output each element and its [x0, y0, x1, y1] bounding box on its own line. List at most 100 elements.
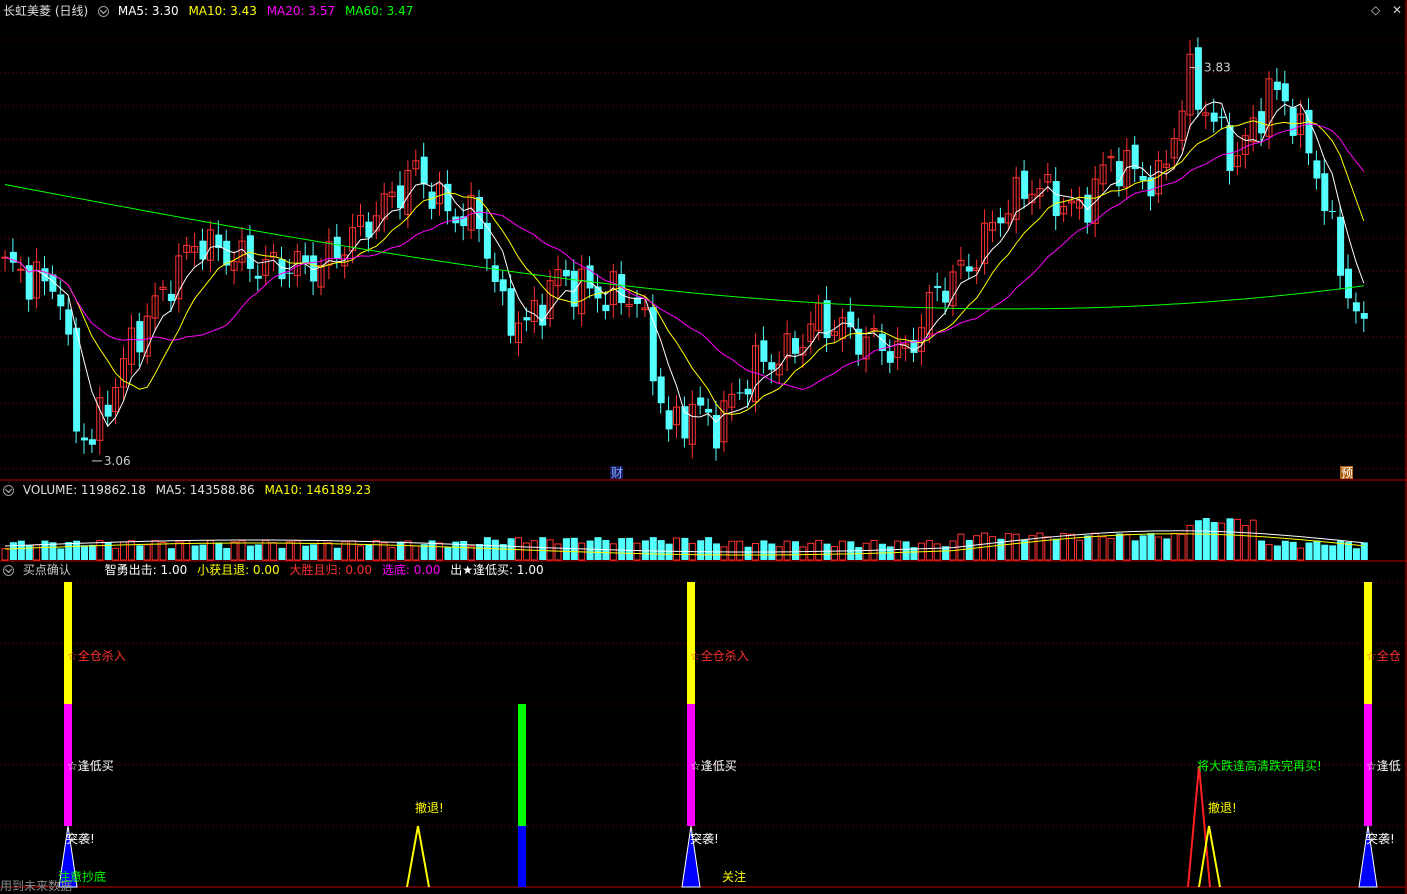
diamond-icon[interactable]: ◇: [1371, 3, 1380, 17]
volume-header: VOLUME: 119862.18 MA5: 143588.86 MA10: 1…: [3, 482, 377, 498]
candle-body: [65, 309, 73, 335]
candle-body: [665, 410, 673, 430]
volume-bar: [862, 542, 870, 561]
candle-body: [562, 269, 570, 277]
candle-body: [81, 437, 88, 441]
volume-bar: [657, 540, 665, 560]
volume-bar: [1329, 545, 1337, 560]
retreat-triangle: [406, 825, 430, 888]
candle-body: [1052, 181, 1060, 217]
volume-bar: [681, 537, 689, 560]
signal-header: 买点确认 智勇出击: 1.00 小获且退: 0.00 大胜且归: 0.00 选底…: [3, 562, 550, 578]
volume-bar: [1052, 538, 1060, 560]
volume-bar: [626, 537, 634, 560]
ma5-line: [4, 101, 1365, 428]
volume-bar: [159, 541, 167, 561]
label-quancang-a: ☆全仓杀入: [67, 648, 126, 663]
volume-bar: [1163, 538, 1171, 560]
volume-bar: [136, 545, 144, 560]
volume-bar: [1084, 535, 1092, 560]
volume-bar: [310, 544, 318, 560]
ma20-line: [4, 123, 1365, 390]
drop-triangle: [1187, 765, 1211, 888]
stock-title[interactable]: 长虹美菱 (日线): [3, 4, 88, 18]
volume-bar: [1305, 542, 1313, 560]
volume-bar: [799, 546, 807, 561]
label-tuxi-c: 突袭!: [1366, 831, 1395, 846]
signal-c-yellow: [1364, 582, 1372, 704]
close-icon[interactable]: ✕: [1392, 3, 1402, 17]
signal-blue: [518, 826, 526, 887]
candle-body: [73, 327, 81, 432]
candle-body: [88, 439, 96, 445]
volume-bar: [705, 537, 713, 560]
candle-body: [705, 408, 713, 413]
volume-bar: [815, 539, 823, 561]
candle-body: [681, 406, 689, 439]
ma60-line: [4, 184, 1364, 310]
candle-body: [792, 338, 799, 354]
volume-bar: [17, 540, 25, 560]
indicator-name[interactable]: 买点确认: [23, 563, 71, 577]
volume-bar: [1060, 533, 1068, 561]
volume-bar: [760, 540, 768, 560]
candle-body: [499, 279, 507, 292]
volume-bar: [1352, 548, 1360, 560]
volume-bar: [460, 540, 468, 560]
volume-bar: [649, 537, 657, 560]
label-chetui-b: 撤退!: [1208, 800, 1237, 815]
volume-bar: [230, 541, 238, 561]
volume-bar: [25, 545, 33, 560]
volume-bar: [720, 546, 728, 561]
volume-bar: [372, 539, 380, 561]
volume-bar: [167, 548, 175, 560]
collapse-icon[interactable]: [3, 485, 14, 496]
volume-value: VOLUME: 119862.18: [22, 483, 146, 497]
candle-body: [1321, 173, 1329, 212]
candle-body: [507, 288, 515, 336]
ma60-value: MA60: 3.47: [344, 4, 414, 18]
low-label: 3.06: [104, 454, 131, 468]
volume-bar: [1036, 532, 1044, 561]
stock-chart[interactable]: 3.833.06财 预☆全仓杀入☆逢低买突袭!注意抄底☆全仓杀入☆逢低买突袭!关注…: [0, 0, 1407, 894]
volume-bar: [989, 536, 996, 561]
candle-body: [1273, 81, 1281, 91]
volume-bar: [1321, 544, 1329, 560]
volume-bar: [388, 547, 396, 561]
signal-green: [518, 704, 526, 826]
volume-bar: [1226, 518, 1234, 560]
candle-body: [1210, 112, 1218, 122]
indicator-fengdi: 出★逢低买: 1.00: [450, 563, 544, 577]
volume-bar: [1147, 533, 1155, 560]
volume-bar: [365, 544, 373, 560]
volume-bar: [783, 540, 791, 561]
candle-body: [697, 397, 705, 406]
candle-body: [1281, 83, 1289, 102]
volume-bar: [1258, 540, 1266, 560]
volume-bar: [1178, 533, 1186, 561]
candle-body: [1345, 268, 1352, 299]
candle-body: [483, 222, 491, 259]
volume-bar: [476, 544, 483, 560]
label-fengdi-a: ☆逢低买: [67, 759, 114, 773]
candle-body: [1021, 170, 1029, 199]
collapse-icon[interactable]: [3, 565, 14, 576]
candle-body: [1226, 125, 1234, 171]
volume-bar: [127, 540, 135, 561]
candle-body: [997, 217, 1005, 224]
volume-bar: [1233, 518, 1241, 561]
volume-bar: [325, 542, 333, 561]
candle-body: [57, 294, 65, 307]
indicator-zhiyong: 智勇出击: 1.00: [104, 563, 188, 577]
collapse-icon[interactable]: [98, 6, 110, 17]
volume-bar: [412, 545, 420, 561]
label-dadie: 将大跌逢高清跌完再买!: [1197, 758, 1322, 773]
footer-note: 用到未来数据: [0, 879, 73, 893]
indicator-xiaohuo: 小获且退: 0.00: [197, 563, 280, 577]
volume-bar: [175, 541, 183, 561]
volume-bar: [609, 543, 617, 561]
volume-bar: [1218, 522, 1226, 561]
volume-ma10: MA10: 146189.23: [264, 483, 372, 497]
volume-bar: [1115, 533, 1123, 560]
volume-bar: [199, 544, 207, 560]
